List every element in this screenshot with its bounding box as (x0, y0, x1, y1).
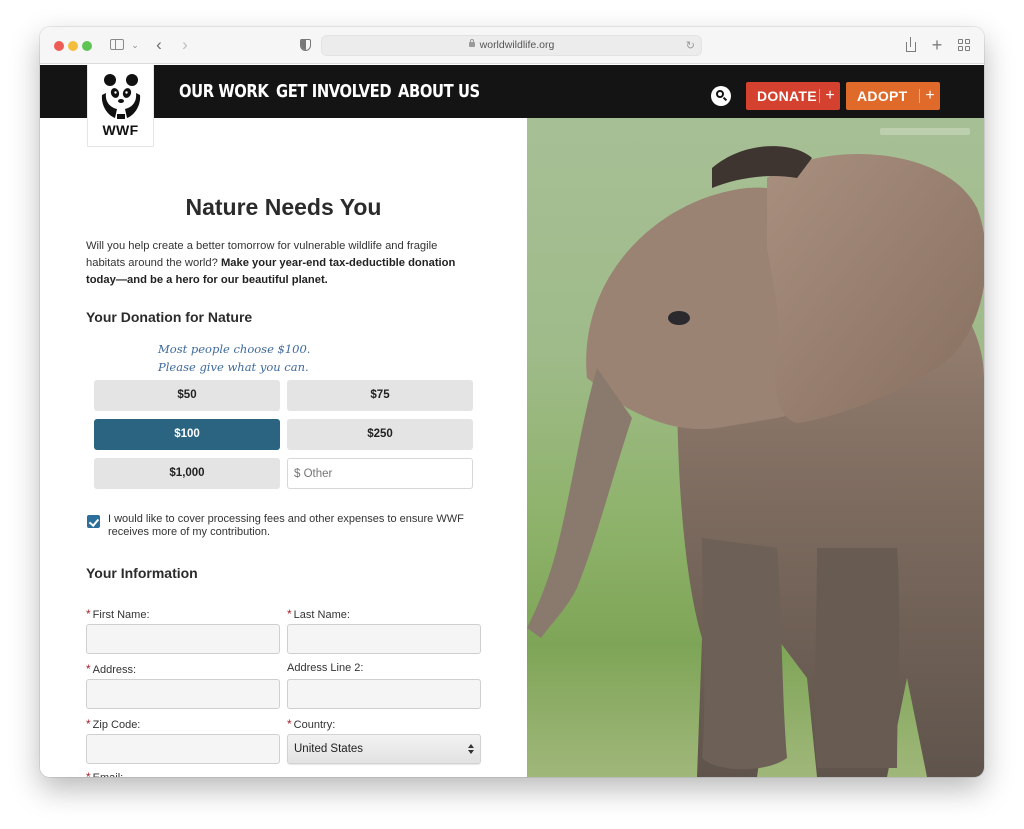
adopt-label: ADOPT (857, 88, 908, 104)
logo-text: WWF (102, 122, 139, 138)
label-text: Address: (92, 664, 137, 676)
donation-heading: Your Donation for Nature (86, 309, 253, 325)
label-text: Country: (293, 719, 336, 731)
other-amount-input[interactable] (287, 458, 473, 489)
last-name-label: * Last Name: (287, 607, 350, 621)
back-icon[interactable]: ‹ (153, 35, 165, 55)
tab-overview-icon[interactable] (957, 35, 971, 55)
divider (819, 89, 820, 103)
hero-elephant-photo (527, 118, 984, 777)
select-arrows-icon (468, 744, 474, 755)
web-page: WWF OUR WORK GET INVOLVED ABOUT US DONAT… (40, 65, 984, 777)
site-header: WWF OUR WORK GET INVOLVED ABOUT US DONAT… (40, 65, 984, 147)
plus-icon: + (925, 87, 935, 104)
required-marker: * (287, 607, 292, 621)
zoom-window-button[interactable] (82, 41, 92, 51)
donate-button[interactable]: DONATE + (746, 82, 840, 110)
search-icon[interactable] (711, 86, 731, 106)
lock-icon (468, 39, 475, 47)
reload-icon[interactable]: ↻ (686, 39, 695, 52)
sidebar-icon[interactable] (109, 35, 125, 55)
first-name-label: * First Name: (86, 607, 150, 621)
share-icon[interactable] (904, 35, 918, 55)
minimize-window-button[interactable] (68, 41, 78, 51)
required-marker: * (86, 662, 91, 676)
amount-50-button[interactable]: $50 (94, 380, 280, 411)
first-name-input[interactable] (86, 624, 280, 654)
page-title: Nature Needs You (185, 194, 382, 220)
address-input[interactable] (86, 679, 280, 709)
adopt-button[interactable]: ADOPT + (846, 82, 940, 110)
required-marker: * (86, 770, 91, 777)
nav-get-involved[interactable]: GET INVOLVED (276, 81, 392, 102)
amount-100-button[interactable]: $100 (94, 419, 280, 450)
email-label: *Email: (86, 770, 123, 777)
label-text: Email: (93, 772, 124, 777)
plus-icon: + (825, 87, 835, 104)
privacy-shield-icon[interactable] (298, 35, 312, 55)
donation-form: Nature Needs You Will you help create a … (40, 118, 527, 777)
address-line-2-label: Address Line 2: (287, 662, 364, 674)
label-text: Last Name: (293, 609, 350, 621)
last-name-input[interactable] (287, 624, 481, 654)
forward-icon[interactable]: › (179, 35, 191, 55)
country-select[interactable]: United States (287, 734, 481, 764)
chevron-down-icon[interactable]: ⌄ (130, 35, 140, 55)
hint-line-2: Please give what you can. (158, 360, 309, 374)
address-line-2-input[interactable] (287, 679, 481, 709)
divider (919, 89, 920, 103)
address-label: * Address: (86, 662, 136, 676)
cover-fees-label[interactable]: I would like to cover processing fees an… (108, 513, 488, 539)
intro-text: Will you help create a better tomorrow f… (86, 238, 478, 289)
label-text: Zip Code: (92, 719, 141, 731)
country-value: United States (294, 743, 364, 755)
cover-fees-checkbox[interactable] (87, 515, 100, 528)
required-marker: * (287, 717, 292, 731)
elephant-illustration (527, 146, 984, 777)
country-label: * Country: (287, 717, 335, 731)
nav-our-work[interactable]: OUR WORK (179, 81, 269, 102)
browser-window: ⌄ ‹ › worldwildlife.org ↻ + WWF OUR WORK… (40, 27, 984, 777)
panda-logo-icon (101, 74, 141, 119)
amount-75-button[interactable]: $75 (287, 380, 473, 411)
url-text: worldwildlife.org (479, 39, 555, 51)
required-marker: * (86, 607, 91, 621)
label-text: First Name: (92, 609, 150, 621)
close-window-button[interactable] (54, 41, 64, 51)
information-heading: Your Information (86, 565, 198, 581)
nav-about-us[interactable]: ABOUT US (398, 81, 480, 102)
hint-line-1: Most people choose $100. (158, 342, 311, 356)
zip-code-input[interactable] (86, 734, 280, 764)
wwf-logo[interactable]: WWF (87, 65, 154, 147)
browser-toolbar: ⌄ ‹ › worldwildlife.org ↻ + (40, 27, 984, 64)
photo-credit (880, 128, 970, 135)
address-bar[interactable]: worldwildlife.org ↻ (321, 35, 702, 56)
zip-code-label: * Zip Code: (86, 717, 140, 731)
donate-label: DONATE (757, 88, 817, 104)
new-tab-icon[interactable]: + (930, 35, 944, 55)
amount-1000-button[interactable]: $1,000 (94, 458, 280, 489)
amount-250-button[interactable]: $250 (287, 419, 473, 450)
required-marker: * (86, 717, 91, 731)
